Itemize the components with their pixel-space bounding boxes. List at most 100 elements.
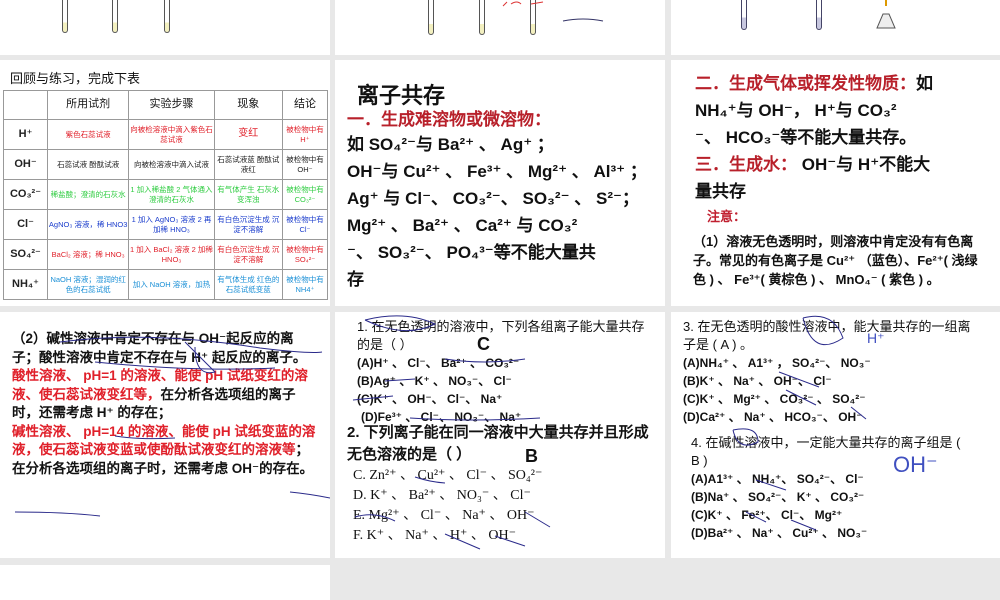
ion-cell: NH₄⁺ [3,269,48,300]
question-4: 4. 在碱性溶液中，一定能大量共存的离子组是 ( B ) (A)A1³⁺ 、 N… [691,434,971,542]
text-paragraph: （2）碱性溶液中肯定不存在与 OH⁻起反应的离子；酸性溶液中肯定不存在与 H⁺ … [12,331,307,365]
table-cell: 石蕊试液蓝 酚酞试液红 [213,149,283,180]
table-row: NH₄⁺ NaOH 溶液；湿润的红色的石蕊试纸 加入 NaOH 溶液，加热 有气… [3,269,329,300]
slide-thumbnail-2[interactable] [335,0,665,55]
handwriting-annotation [502,1,604,22]
text-line: ⁻、 HCO₃⁻等不能大量共存。 [695,128,917,147]
table-cell: 有白色沉淀生成 沉淀不溶解 [213,239,283,270]
answer-option: E. Mg²⁺ 、 Cl⁻ 、 Na⁺ 、 OH⁻ [353,508,535,523]
section-heading: 一．生成难溶物或微溶物： [347,110,551,129]
test-tube-icon [62,0,68,33]
section-heading: 二．生成气体或挥发性物质： [695,74,916,93]
answer-option: (B)K⁺ 、 Na⁺ 、 OH⁻、 Cl⁻ [683,374,832,388]
table-cell: NaOH 溶液；湿润的红色的石蕊试纸 [46,269,130,300]
table-cell: BaCl₂ 溶液；稀 HNO₃ [46,239,130,270]
table-cell: 有白色沉淀生成 沉淀不溶解 [213,209,283,240]
table-header: 现象 [213,90,283,120]
slide-thumbnail-9[interactable]: 3. 在无色透明的酸性溶液中，能大量共存的一组离子是 ( A ) 。 (A)NH… [671,312,1000,558]
table-row: SO₄²⁻ BaCl₂ 溶液；稀 HNO₃ 1 加入 BaCl₂ 溶液 2 加稀… [3,239,329,270]
text-line: 量共存 [695,182,746,201]
slide-title: 离子共存 [357,83,446,108]
answer-option: (C)K⁺ 、 Fe²⁺、 Cl⁻、 Mg²⁺ [691,508,843,522]
alcohol-lamp-icon [876,0,896,29]
slide-title: 回顾与练习，完成下表 [10,71,141,86]
table-cell: 被检物中有 OH⁻ [281,149,329,180]
table-cell: 石蕊试液 酚酞试液 [46,149,130,180]
table-cell: 被检物中有 SO₄²⁻ [281,239,329,270]
slide-body: 二．生成气体或挥发性物质：如 NH₄⁺与 OH⁻， H⁺与 CO₃² ⁻、 HC… [695,70,995,229]
slide-thumbnail-3[interactable] [671,0,1000,55]
table-cell: 1 加入稀盐酸 2 气体通入澄清的石灰水 [128,179,215,210]
highlight-text: 碱性溶液、 pH=14 的溶液、能使 pH 试纸变蓝的溶液，使石蕊试液变蓝或使酚… [12,423,316,458]
text-line: 如 SO₄²⁻与 Ba²⁺ 、 Ag⁺ ； [347,135,554,154]
table-cell: 向被检溶液中滴入试液 [128,149,215,180]
answer-option: C. Zn²⁺ 、 Cu²⁺ 、 Cl⁻ 、 SO₄²⁻ [353,468,543,483]
ion-cell: SO₄²⁻ [3,239,48,270]
table-cell: 被检物中有 CO₃²⁻ [281,179,329,210]
handwritten-answer: B [525,446,538,466]
slide-thumbnail-1[interactable] [0,0,330,55]
text-line: 如 [916,74,933,93]
text-line: OH⁻与 H⁺不能大 [797,155,931,174]
question-1: 1. 在无色透明的溶液中，下列各组离子能大量共存的是（ ） (A)H⁺ 、 Cl… [357,318,657,426]
table-header: 结论 [281,90,329,120]
text-line: ⁻、 SO₃²⁻、 PO₄³⁻等不能大量共 [347,243,596,262]
slide-thumbnail-5[interactable]: 离子共存 一．生成难溶物或微溶物： 如 SO₄²⁻与 Ba²⁺ 、 Ag⁺ ； … [335,60,665,306]
text-line: OH⁻与 Cu²⁺ 、 Fe³⁺ 、 Mg²⁺ 、 Al³⁺ ； [347,162,647,181]
table-cell: 1 加入 AgNO₃ 溶液 2 再加稀 HNO₃ [128,209,215,240]
answer-option: (D)Ca²⁺ 、 Na⁺ 、 HCO₃⁻、 OH⁻ [683,410,863,424]
answer-option: F. K⁺ 、 Na⁺ 、 H⁺ 、 OH⁻ [353,528,516,543]
answer-option: D. K⁺ 、 Ba²⁺ 、 NO₃⁻ 、 Cl⁻ [353,488,531,503]
slide-thumbnail-10[interactable] [0,565,330,600]
slide-thumbnail-7[interactable]: （2）碱性溶液中肯定不存在与 OH⁻起反应的离子；酸性溶液中肯定不存在与 H⁺ … [0,312,330,558]
note-label: 注意： [707,209,747,224]
test-tube-icon [816,0,822,30]
table-header: 所用试剂 [46,90,130,120]
test-tube-icon [164,0,170,33]
handwritten-answer: C [477,334,490,354]
ion-cell: Cl⁻ [3,209,48,240]
slide-thumbnail-4[interactable]: 回顾与练习，完成下表 所用试剂 实验步骤 现象 结论 H⁺ 紫色石蕊试液 向被检… [0,60,330,306]
table-cell: 加入 NaOH 溶液，加热 [128,269,215,300]
question-text: 2. 下列离子能在同一溶液中大量共存并且形成无色溶液的是（ ） [347,424,649,463]
table-row: Cl⁻ AgNO₃ 溶液，稀 HNO3 1 加入 AgNO₃ 溶液 2 再加稀 … [3,209,329,240]
table-header: 实验步骤 [128,90,215,120]
ion-cell: H⁺ [3,119,48,150]
table-cell: 有气体生成 红色的石蕊试纸变蓝 [213,269,283,300]
table-row: OH⁻ 石蕊试液 酚酞试液 向被检溶液中滴入试液 石蕊试液蓝 酚酞试液红 被检物… [3,149,329,180]
answer-option: (C)K⁺ 、 OH⁻、 Cl⁻、 Na⁺ [357,392,503,406]
text-line: 存 [347,270,364,289]
note-text: （1）溶液无色透明时，则溶液中肯定没有有色离子。常见的有色离子是 Cu²⁺ （蓝… [693,234,978,287]
slide-thumbnail-8[interactable]: 1. 在无色透明的溶液中，下列各组离子能大量共存的是（ ） (A)H⁺ 、 Cl… [335,312,665,558]
table-cell: 向被检溶液中滴入紫色石蕊试液 [128,119,215,150]
test-tube-icon [741,0,747,30]
table-row: CO₃²⁻ 稀盐酸；澄清的石灰水 1 加入稀盐酸 2 气体通入澄清的石灰水 有气… [3,179,329,210]
handwritten-note: H⁺ [867,330,885,346]
slide-body: 离子共存 一．生成难溶物或微溶物： 如 SO₄²⁻与 Ba²⁺ 、 Ag⁺ ； … [347,82,657,293]
table-cell: 被检物中有 Cl⁻ [281,209,329,240]
test-tube-icon [428,0,434,35]
slide-thumbnail-6[interactable]: 二．生成气体或挥发性物质：如 NH₄⁺与 OH⁻， H⁺与 CO₃² ⁻、 HC… [671,60,1000,306]
answer-option: (A)NH₄⁺ 、 A1³⁺ ， SO₄²⁻、 NO₃⁻ [683,356,871,370]
answer-option: (C)K⁺ 、 Mg²⁺ 、 CO₃²⁻ 、 SO₄²⁻ [683,392,866,406]
table-cell: 变红 [213,119,283,150]
table-row: H⁺ 紫色石蕊试液 向被检溶液中滴入紫色石蕊试液 变红 被检物中有 H⁺ [3,119,329,150]
ion-cell: CO₃²⁻ [3,179,48,210]
test-tube-icon [479,0,485,35]
text-line: Mg²⁺ 、 Ba²⁺ 、 Ca²⁺ 与 CO₃² [347,216,578,235]
answer-option: (B)Na⁺ 、 SO₄²⁻、 K⁺ 、 CO₃²⁻ [691,490,865,504]
text-line: NH₄⁺与 OH⁻， H⁺与 CO₃² [695,101,897,120]
table-cell: 被检物中有 H⁺ [281,119,329,150]
text-line: Ag⁺ 与 Cl⁻、 CO₃²⁻、 SO₃²⁻ 、 S²⁻； [347,189,639,208]
table-cell: 被检物中有 NH4⁺ [281,269,329,300]
question-2-options: C. Zn²⁺ 、 Cu²⁺ 、 Cl⁻ 、 SO₄²⁻ D. K⁺ 、 Ba²… [353,466,653,546]
section-heading: 三．生成水： [695,155,797,174]
table-cell: 1 加入 BaCl₂ 溶液 2 加稀 HNO₃ [128,239,215,270]
ion-test-table: 所用试剂 实验步骤 现象 结论 H⁺ 紫色石蕊试液 向被检溶液中滴入紫色石蕊试液… [3,90,329,300]
slide-body: （2）碱性溶液中肯定不存在与 OH⁻起反应的离子；酸性溶液中肯定不存在与 H⁺ … [12,330,317,478]
question-text: 3. 在无色透明的酸性溶液中，能大量共存的一组离子是 ( A ) 。 [683,319,971,352]
table-cell: 有气体产生 石灰水变浑浊 [213,179,283,210]
answer-option: (B)Ag⁺ 、 K⁺ 、 NO₃⁻、 Cl⁻ [357,374,512,388]
test-tube-icon [112,0,118,33]
question-3: 3. 在无色透明的酸性溶液中，能大量共存的一组离子是 ( A ) 。 (A)NH… [683,318,983,426]
